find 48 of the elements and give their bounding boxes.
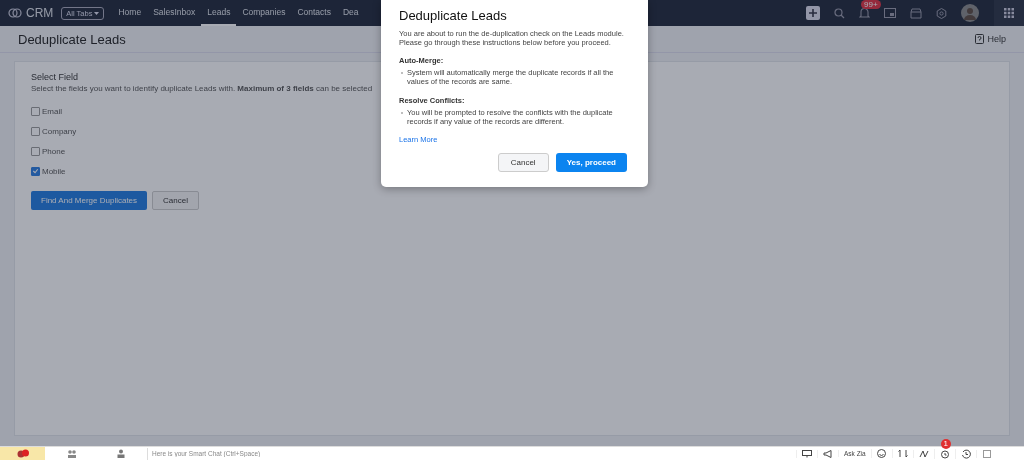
transfer-icon[interactable] xyxy=(897,449,908,458)
alarm-badge: 1 xyxy=(940,438,951,449)
checkbox[interactable] xyxy=(31,106,40,116)
search-icon[interactable] xyxy=(834,7,845,19)
checkbox-label: Email xyxy=(42,106,62,116)
store-icon[interactable] xyxy=(910,7,922,19)
logo-icon xyxy=(8,8,22,18)
confirm-button[interactable]: Yes, proceed xyxy=(555,153,627,173)
calendar-icon[interactable] xyxy=(982,449,991,458)
plus-icon[interactable] xyxy=(806,6,820,20)
nav-tab[interactable]: Home xyxy=(112,0,148,26)
app-name: CRM xyxy=(26,6,54,20)
apps-grid-icon[interactable] xyxy=(1004,8,1014,18)
smiley-icon[interactable] xyxy=(877,449,887,458)
nav-tab[interactable]: Leads xyxy=(201,0,237,26)
settings-icon[interactable] xyxy=(936,7,947,19)
group-icon[interactable] xyxy=(66,449,77,458)
nav-tab[interactable]: SalesInbox xyxy=(147,0,202,26)
checkbox[interactable] xyxy=(31,166,40,176)
checkbox-label: Phone xyxy=(42,146,66,156)
cancel-button[interactable]: Cancel xyxy=(497,153,549,173)
nav-tab[interactable]: Contacts xyxy=(291,0,337,26)
help-link[interactable]: Help xyxy=(987,34,1006,44)
nav-tab[interactable]: Companies xyxy=(236,0,292,26)
dialog-title: Deduplicate Leads xyxy=(399,8,508,23)
checkbox-label: Mobile xyxy=(42,166,66,176)
screen-icon[interactable] xyxy=(884,8,896,18)
caret-icon xyxy=(94,11,100,15)
section-description: Select the fields you want to identify duplicate Leads with. Maximum of 3 fields can be selected xyxy=(31,84,373,93)
megaphone-icon[interactable] xyxy=(823,449,833,458)
nav-tab[interactable]: Dea xyxy=(336,0,365,26)
help-icon[interactable] xyxy=(975,34,985,44)
person-icon[interactable] xyxy=(116,449,125,458)
scribble-icon[interactable] xyxy=(918,449,929,458)
history-icon[interactable] xyxy=(960,448,971,459)
avatar-icon[interactable] xyxy=(961,4,979,22)
checkbox[interactable] xyxy=(31,126,40,136)
checkbox[interactable] xyxy=(31,146,40,156)
notification-badge: 99+ xyxy=(861,0,881,9)
alarm-clock-icon[interactable] xyxy=(939,448,950,459)
page-title: Deduplicate Leads xyxy=(18,31,126,47)
find-and-merge-button[interactable]: Find And Merge Duplicates xyxy=(31,191,148,210)
cancel-button[interactable]: Cancel xyxy=(152,191,199,210)
checkbox-label: Company xyxy=(42,126,77,136)
chat-icon[interactable] xyxy=(16,449,29,458)
monitor-icon[interactable] xyxy=(802,449,812,458)
bell-icon[interactable] xyxy=(859,7,870,19)
section-heading: Select Field xyxy=(31,72,79,82)
